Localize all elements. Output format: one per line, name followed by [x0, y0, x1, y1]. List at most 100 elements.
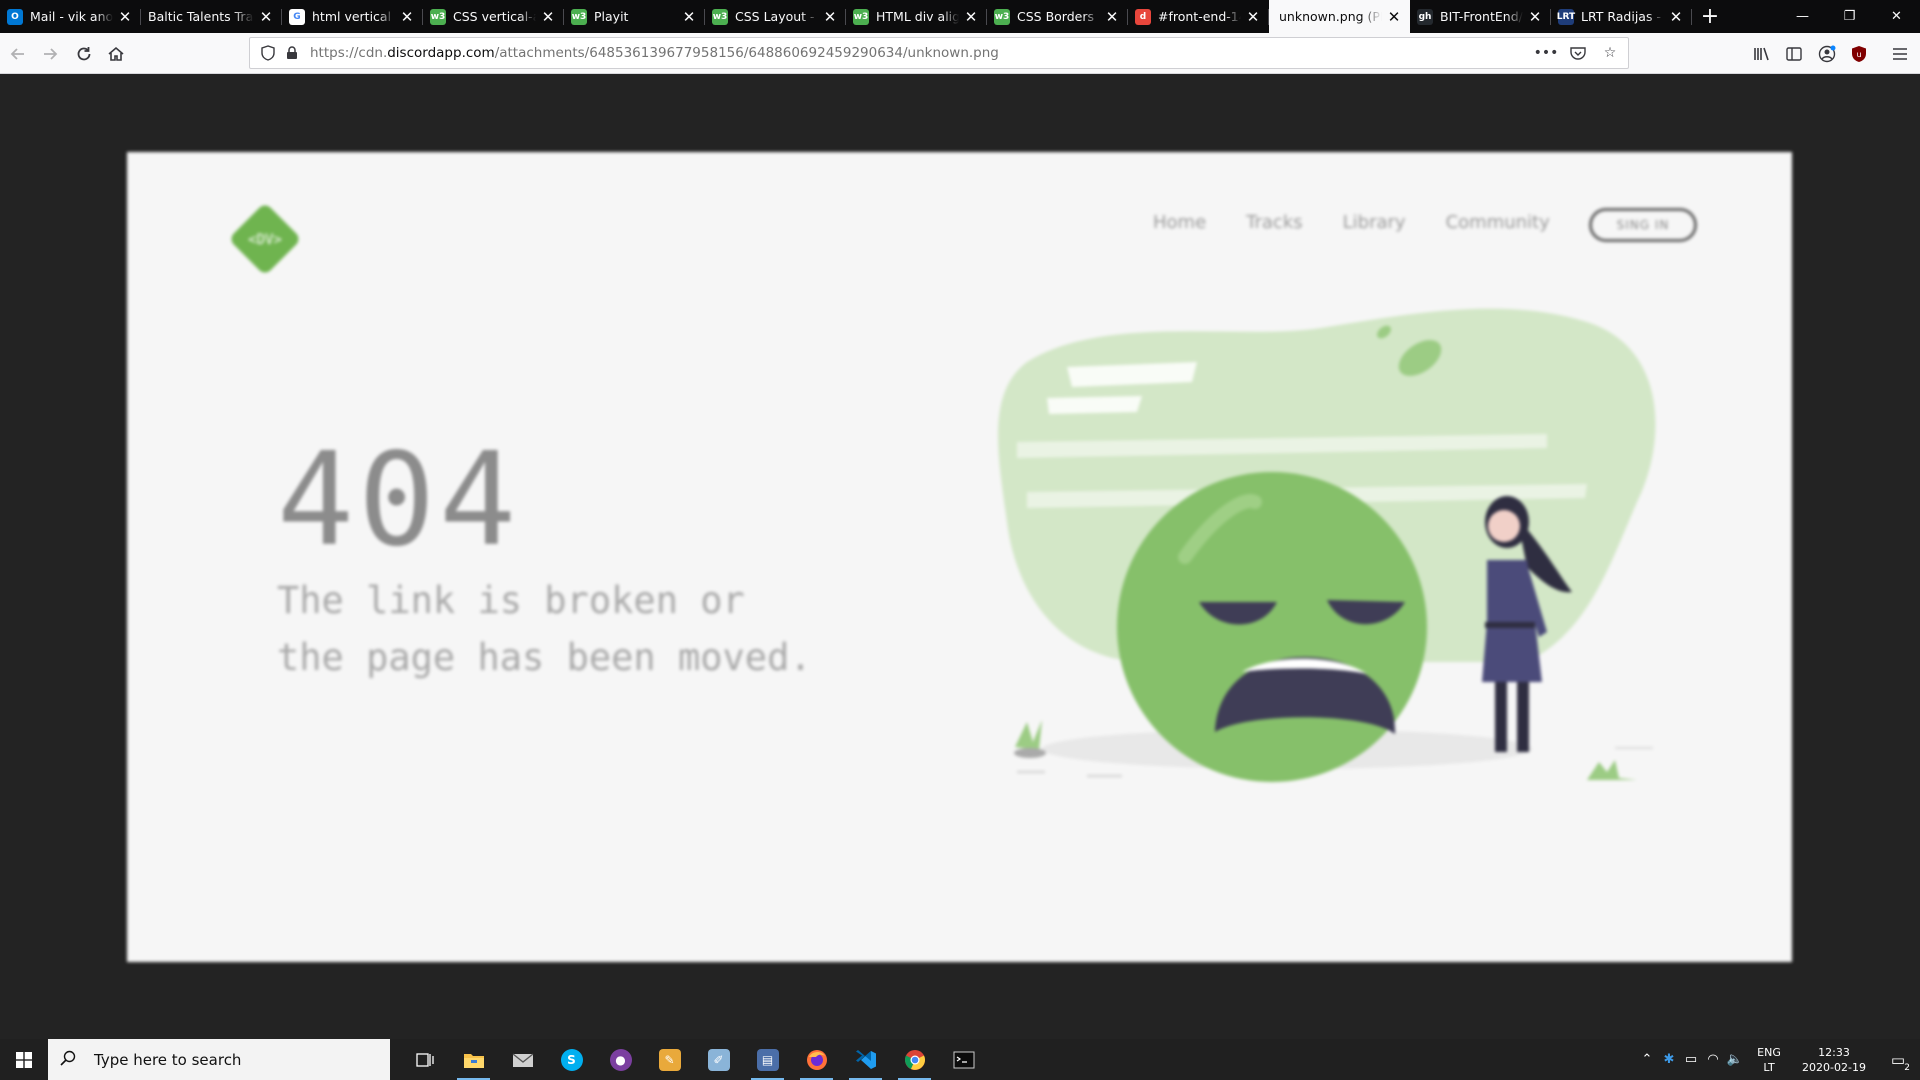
close-tab-icon[interactable]: ✕ [1527, 8, 1543, 26]
tab-11[interactable]: LRT LRT Radijas - LR ✕ [1551, 0, 1692, 33]
w3schools-icon: w3 [853, 8, 869, 25]
close-tab-icon[interactable]: ✕ [1668, 8, 1684, 26]
lock-icon[interactable] [282, 43, 302, 63]
notification-count: 2 [1904, 1062, 1910, 1073]
clock-date: 2020-02-19 [1802, 1060, 1866, 1074]
back-button[interactable] [4, 40, 32, 68]
nav-tracks[interactable]: Tracks [1246, 212, 1302, 233]
sidebar-icon[interactable] [1780, 40, 1808, 68]
tab-4[interactable]: w3 Playit ✕ [564, 0, 705, 33]
tab-0[interactable]: O Mail - vik anony ✕ [0, 0, 141, 33]
pencil-app-icon[interactable]: ✎ [645, 1039, 694, 1080]
close-tab-icon[interactable]: ✕ [822, 8, 838, 26]
tab-title: CSS vertical-align [453, 9, 536, 24]
error-code: 404 [277, 426, 521, 575]
firefox-icon[interactable] [792, 1039, 841, 1080]
home-button[interactable] [102, 40, 130, 68]
site-nav: Home Tracks Library Community [1153, 212, 1550, 233]
chevron-up-icon[interactable]: ⌃ [1636, 1052, 1658, 1067]
url-path: /attachments/648536139677958156/64886069… [494, 45, 999, 61]
close-tab-icon[interactable]: ✕ [399, 8, 415, 26]
close-tab-icon[interactable]: ✕ [681, 8, 697, 26]
tab-title: Mail - vik anony [30, 9, 113, 24]
bookmark-star-icon[interactable]: ☆ [1600, 42, 1620, 64]
clock-time: 12:33 [1818, 1045, 1850, 1059]
sad-face-illustration [998, 308, 1656, 782]
terminal-icon[interactable] [939, 1039, 988, 1080]
tab-title: LRT Radijas - LR [1581, 9, 1664, 24]
maximize-button[interactable]: ❐ [1826, 0, 1873, 33]
tab-title: CSS Layout - Hor [735, 9, 818, 24]
w3schools-icon: w3 [994, 8, 1010, 25]
close-tab-icon[interactable]: ✕ [117, 8, 133, 26]
forward-button[interactable] [36, 40, 64, 68]
close-tab-icon[interactable]: ✕ [258, 8, 274, 26]
pocket-icon[interactable] [1568, 42, 1588, 64]
device-icon[interactable]: ▭ [1680, 1052, 1702, 1067]
close-tab-icon[interactable]: ✕ [540, 8, 556, 26]
library-icon[interactable] [1748, 40, 1776, 68]
hamburger-menu-icon[interactable] [1886, 40, 1914, 68]
mail-icon[interactable] [498, 1039, 547, 1080]
nav-bar: https://cdn.discordapp.com/attachments/6… [0, 33, 1920, 74]
close-tab-icon[interactable]: ✕ [1104, 8, 1120, 26]
search-placeholder: Type here to search [94, 1050, 242, 1069]
volume-icon[interactable]: 🔈 [1724, 1052, 1746, 1067]
page-actions-icon[interactable]: ••• [1534, 42, 1559, 64]
close-tab-icon[interactable]: ✕ [1386, 8, 1402, 26]
google-icon: G [289, 8, 305, 25]
image-viewer: <DV> Home Tracks Library Community SING … [0, 74, 1920, 1039]
taskbar-search[interactable]: Type here to search [48, 1039, 390, 1080]
sign-in-button[interactable]: SING IN [1589, 208, 1697, 242]
nav-home[interactable]: Home [1153, 212, 1206, 233]
forward-arrow-icon [44, 48, 58, 60]
clock[interactable]: 12:33 2020-02-19 [1792, 1045, 1876, 1075]
tab-7[interactable]: w3 CSS Borders ✕ [987, 0, 1128, 33]
tab-2[interactable]: Ghtml vertical align ✕ [282, 0, 423, 33]
new-tab-button[interactable]: + [1692, 0, 1728, 33]
account-icon[interactable] [1813, 40, 1841, 68]
skype-icon[interactable]: S [547, 1039, 596, 1080]
tab-title: #front-end-14- [1158, 9, 1241, 24]
paint-app-icon[interactable]: ✐ [694, 1039, 743, 1080]
minimize-button[interactable]: — [1779, 0, 1826, 33]
language-indicator[interactable]: ENG LT [1746, 1045, 1792, 1075]
tab-3[interactable]: w3 CSS vertical-align ✕ [423, 0, 564, 33]
tab-title: CSS Borders [1017, 9, 1094, 24]
nav-library[interactable]: Library [1343, 212, 1406, 233]
tracking-shield-icon[interactable] [258, 43, 278, 63]
chrome-icon[interactable] [890, 1039, 939, 1080]
cat-app-icon[interactable]: ● [596, 1039, 645, 1080]
tab-title: HTML div align [876, 9, 959, 24]
file-explorer-icon[interactable] [449, 1039, 498, 1080]
monitor-app-icon[interactable]: ▤ [743, 1039, 792, 1080]
url-bar[interactable]: https://cdn.discordapp.com/attachments/6… [249, 37, 1629, 69]
tab-title: BIT-FrontEnd/3 [1440, 9, 1523, 24]
error-message: The link is broken or the page has been m… [277, 572, 812, 686]
tab-1[interactable]: Baltic Talents Tracker ✕ [141, 0, 282, 33]
task-view-icon[interactable] [400, 1039, 449, 1080]
close-tab-icon[interactable]: ✕ [1245, 8, 1261, 26]
vscode-icon[interactable] [841, 1039, 890, 1080]
tab-title: Baltic Talents Tracker [148, 9, 254, 24]
close-window-button[interactable]: ✕ [1873, 0, 1920, 33]
tab-10[interactable]: gh BIT-FrontEnd/3 ✕ [1410, 0, 1551, 33]
nav-community[interactable]: Community [1446, 212, 1550, 233]
url-domain: discordapp.com [387, 45, 495, 61]
keyboard-layout: LT [1763, 1060, 1775, 1074]
tab-5[interactable]: w3 CSS Layout - Hor ✕ [705, 0, 846, 33]
close-tab-icon[interactable]: ✕ [963, 8, 979, 26]
windows-logo-icon [16, 1051, 32, 1068]
notification-icon[interactable]: ▭ 2 [1876, 1051, 1920, 1073]
tab-9[interactable]: unknown.png (PNG ✕ [1269, 0, 1410, 33]
tab-6[interactable]: w3 HTML div align ✕ [846, 0, 987, 33]
start-button[interactable] [0, 1039, 48, 1080]
tab-8[interactable]: d #front-end-14- ✕ [1128, 0, 1269, 33]
svg-text:u: u [1856, 50, 1861, 59]
home-icon [108, 46, 124, 61]
wifi-icon[interactable]: ◠ [1702, 1052, 1724, 1067]
ublock-extension-icon[interactable]: u [1845, 40, 1873, 68]
reload-button[interactable] [70, 40, 98, 68]
bluetooth-icon[interactable]: ✱ [1658, 1052, 1680, 1067]
system-tray: ⌃ ✱ ▭ ◠ 🔈 ENG LT 12:33 2020-02-19 ▭ 2 [1636, 1039, 1920, 1080]
